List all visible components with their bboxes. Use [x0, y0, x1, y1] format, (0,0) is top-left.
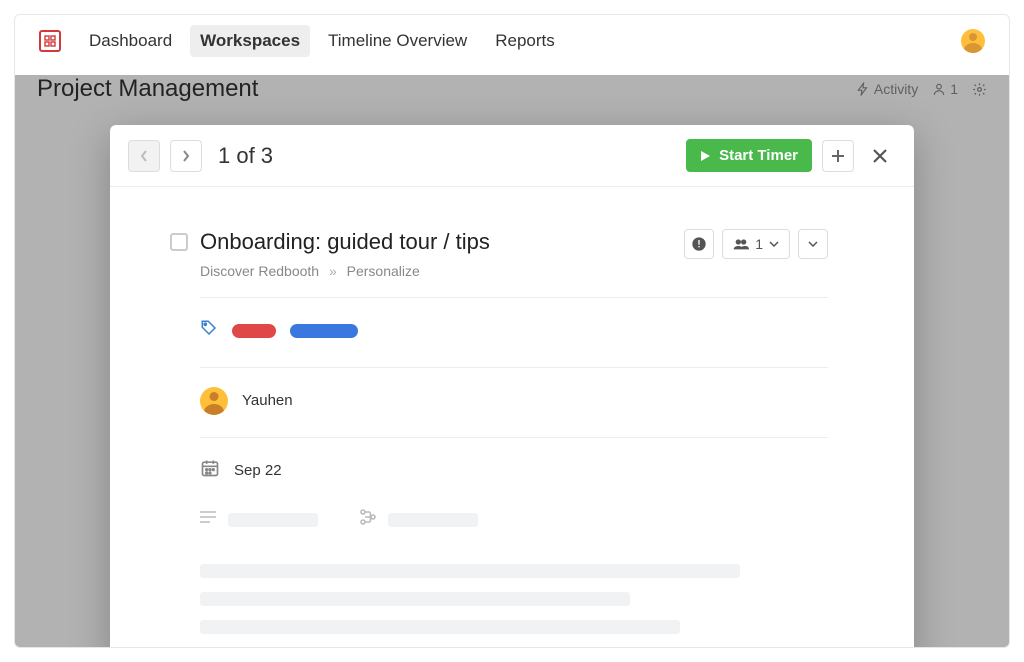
top-nav: Dashboard Workspaces Timeline Overview R… — [15, 15, 1009, 67]
tag-red[interactable] — [232, 324, 276, 338]
people-icon — [733, 238, 749, 250]
assignee-avatar — [200, 387, 228, 415]
breadcrumb-list[interactable]: Personalize — [347, 263, 420, 279]
content-placeholder — [200, 564, 828, 634]
nav-reports[interactable]: Reports — [495, 31, 555, 51]
tags-section[interactable] — [200, 297, 828, 345]
task-title[interactable]: Onboarding: guided tour / tips — [200, 229, 672, 255]
due-date-section[interactable]: Sep 22 — [200, 437, 828, 485]
play-icon — [700, 150, 711, 162]
description-icon — [200, 510, 216, 529]
nav-workspaces[interactable]: Workspaces — [190, 25, 310, 57]
chevron-down-icon — [808, 241, 818, 247]
breadcrumb: Discover Redbooth » Personalize — [200, 263, 672, 279]
assignee-name: Yauhen — [242, 392, 293, 409]
tag-blue[interactable] — [290, 324, 358, 338]
tag-icon — [200, 319, 218, 342]
plus-icon — [831, 149, 845, 163]
nav-dashboard[interactable]: Dashboard — [89, 31, 172, 51]
task-modal: 1 of 3 Start Timer Onboarding: guided to… — [110, 125, 914, 648]
chevron-right-icon — [182, 150, 190, 162]
pager-next-button[interactable] — [170, 140, 202, 172]
due-date-text: Sep 22 — [234, 462, 282, 479]
assignees-button[interactable]: 1 — [722, 229, 790, 259]
alert-icon — [691, 236, 707, 252]
close-button[interactable] — [864, 140, 896, 172]
start-timer-button[interactable]: Start Timer — [686, 139, 812, 172]
calendar-icon — [200, 458, 220, 483]
close-icon — [871, 147, 889, 165]
user-avatar[interactable] — [961, 29, 985, 53]
pager-label: 1 of 3 — [218, 143, 273, 169]
chevron-down-icon — [769, 241, 779, 247]
breadcrumb-workspace[interactable]: Discover Redbooth — [200, 263, 319, 279]
add-button[interactable] — [822, 140, 854, 172]
subtasks-placeholder[interactable] — [388, 513, 478, 527]
nav-timeline[interactable]: Timeline Overview — [328, 31, 467, 51]
priority-button[interactable] — [684, 229, 714, 259]
more-options-button[interactable] — [798, 229, 828, 259]
task-complete-checkbox[interactable] — [170, 233, 188, 251]
pager-prev-button[interactable] — [128, 140, 160, 172]
description-placeholder[interactable] — [228, 513, 318, 527]
assignee-section[interactable]: Yauhen — [200, 367, 828, 415]
modal-header: 1 of 3 Start Timer — [110, 125, 914, 187]
app-logo-icon[interactable] — [39, 30, 61, 52]
chevron-left-icon — [140, 150, 148, 162]
subtasks-icon — [360, 509, 376, 530]
